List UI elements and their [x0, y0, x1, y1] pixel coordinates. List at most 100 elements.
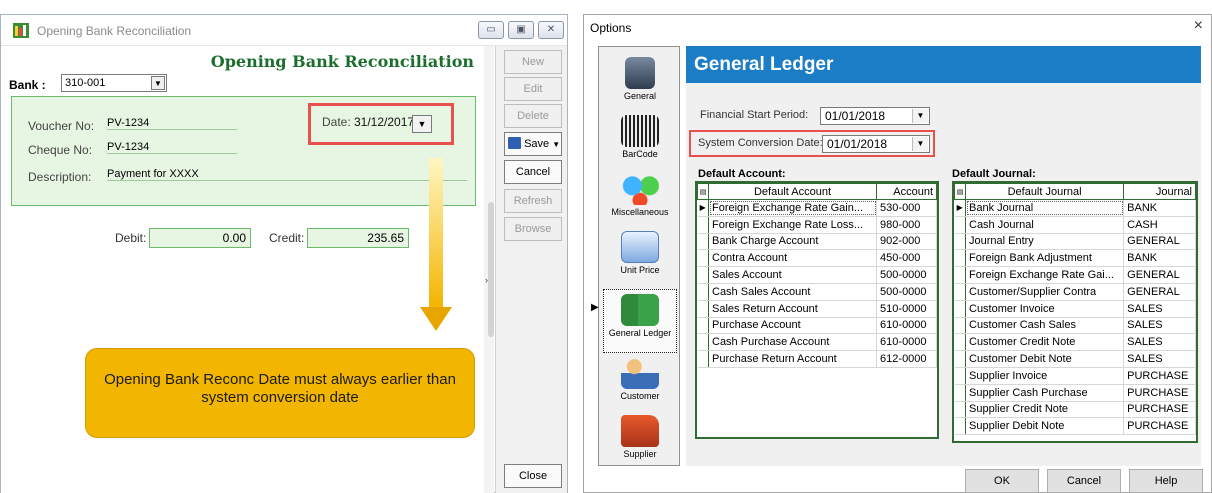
table-row[interactable]: Sales Account 500-0000	[697, 266, 937, 284]
row-indicator[interactable]	[697, 350, 709, 368]
row-name-cell[interactable]: Supplier Invoice	[965, 367, 1125, 385]
refresh-button[interactable]: Refresh	[504, 189, 562, 213]
row-code-cell[interactable]: 612-0000	[876, 350, 937, 368]
chevron-down-icon[interactable]: ▼	[151, 76, 165, 90]
row-indicator[interactable]	[697, 317, 709, 335]
row-name-cell[interactable]: Customer/Supplier Contra	[965, 283, 1125, 301]
delete-button[interactable]: Delete	[504, 104, 562, 128]
bank-select[interactable]: 310-001 ▼	[61, 74, 167, 92]
maximize-button[interactable]: ▣	[508, 21, 534, 39]
cheque-field[interactable]: PV-1234	[107, 141, 237, 154]
table-row[interactable]: Customer Cash Sales SALES	[954, 317, 1196, 335]
close-icon[interactable]: ×	[1194, 17, 1203, 35]
row-indicator[interactable]	[954, 266, 966, 284]
credit-field[interactable]: 235.65	[307, 228, 409, 248]
row-indicator[interactable]	[954, 216, 966, 234]
table-row[interactable]: Sales Return Account 510-0000	[697, 300, 937, 318]
chevron-down-icon[interactable]: ▼	[912, 109, 928, 123]
row-name-cell[interactable]: Foreign Bank Adjustment	[965, 249, 1125, 268]
row-name-cell[interactable]: Journal Entry	[965, 233, 1125, 251]
table-row[interactable]: ▶ Bank Journal BANK	[954, 199, 1196, 217]
table-row[interactable]: Cash Journal CASH	[954, 216, 1196, 234]
row-indicator[interactable]	[697, 283, 709, 301]
row-code-cell[interactable]: 450-000	[876, 249, 937, 268]
nav-item-unit-price[interactable]: Unit Price	[603, 227, 677, 291]
row-name-cell[interactable]: Cash Sales Account	[708, 283, 878, 301]
financial-start-select[interactable]: 01/01/2018 ▼	[820, 107, 930, 125]
table-row[interactable]: Customer/Supplier Contra GENERAL	[954, 283, 1196, 301]
row-name-cell[interactable]: Foreign Exchange Rate Gai...	[965, 266, 1125, 284]
chevron-right-icon[interactable]: ›	[485, 275, 488, 285]
row-name-cell[interactable]: Cash Purchase Account	[708, 333, 878, 352]
row-name-cell[interactable]: Customer Credit Note	[965, 333, 1125, 352]
column-header[interactable]: Default Journal	[964, 183, 1125, 200]
row-indicator[interactable]	[697, 333, 709, 352]
chevron-down-icon[interactable]: ▼	[552, 140, 560, 149]
table-row[interactable]: Supplier Credit Note PURCHASE	[954, 401, 1196, 419]
row-name-cell[interactable]: Cash Journal	[965, 216, 1125, 234]
row-indicator[interactable]	[697, 300, 709, 318]
row-code-cell[interactable]: 500-0000	[876, 283, 937, 301]
row-indicator[interactable]	[954, 249, 966, 268]
voucher-field[interactable]: PV-1234	[107, 117, 237, 130]
row-name-cell[interactable]: Customer Debit Note	[965, 350, 1125, 368]
row-code-cell[interactable]: 500-0000	[876, 266, 937, 284]
column-header[interactable]: Account	[876, 183, 937, 200]
nav-item-general[interactable]: General	[603, 53, 677, 117]
row-name-cell[interactable]: Contra Account	[708, 249, 878, 268]
row-name-cell[interactable]: Sales Account	[708, 266, 878, 284]
description-field[interactable]: Payment for XXXX	[107, 168, 467, 181]
nav-item-customer[interactable]: Customer	[603, 353, 677, 417]
table-row[interactable]: Supplier Cash Purchase PURCHASE	[954, 384, 1196, 402]
row-code-cell[interactable]: 530-000	[876, 199, 937, 217]
ok-button[interactable]: OK	[965, 469, 1039, 493]
row-name-cell[interactable]: Sales Return Account	[708, 300, 878, 318]
table-row[interactable]: Cash Sales Account 500-0000	[697, 283, 937, 301]
row-code-cell[interactable]: PURCHASE	[1123, 367, 1196, 385]
scrollbar-thumb[interactable]	[488, 202, 494, 337]
help-button[interactable]: Help	[1129, 469, 1203, 493]
table-row[interactable]: Foreign Exchange Rate Gai... GENERAL	[954, 266, 1196, 284]
nav-item-supplier[interactable]: Supplier	[603, 411, 677, 475]
new-button[interactable]: New	[504, 50, 562, 74]
table-row[interactable]: Contra Account 450-000	[697, 249, 937, 268]
table-row[interactable]: Foreign Exchange Rate Loss... 980-000	[697, 216, 937, 234]
row-name-cell[interactable]: Purchase Account	[708, 317, 878, 335]
table-row[interactable]: Customer Credit Note SALES	[954, 333, 1196, 352]
close-window-button[interactable]: ✕	[538, 21, 564, 39]
row-code-cell[interactable]: PURCHASE	[1123, 384, 1196, 402]
save-button[interactable]: Save ▼	[504, 132, 562, 156]
row-code-cell[interactable]: SALES	[1123, 333, 1196, 352]
row-code-cell[interactable]: GENERAL	[1123, 233, 1196, 251]
edit-button[interactable]: Edit	[504, 77, 562, 101]
table-row[interactable]: Foreign Bank Adjustment BANK	[954, 249, 1196, 268]
row-name-cell[interactable]: Purchase Return Account	[708, 350, 878, 368]
row-code-cell[interactable]: SALES	[1123, 317, 1196, 335]
row-code-cell[interactable]: 610-0000	[876, 333, 937, 352]
nav-item-general-ledger[interactable]: General Ledger	[603, 289, 677, 353]
column-header[interactable]: Journal	[1123, 183, 1196, 200]
row-name-cell[interactable]: Foreign Exchange Rate Loss...	[708, 216, 878, 234]
conversion-date-select[interactable]: 01/01/2018 ▼	[822, 135, 930, 153]
browse-button[interactable]: Browse	[504, 217, 562, 241]
row-code-cell[interactable]: 610-0000	[876, 317, 937, 335]
row-code-cell[interactable]: CASH	[1123, 216, 1196, 234]
row-indicator[interactable]	[954, 283, 966, 301]
row-name-cell[interactable]: Supplier Cash Purchase	[965, 384, 1125, 402]
row-indicator[interactable]	[954, 417, 966, 436]
row-name-cell[interactable]: Bank Charge Account	[708, 233, 878, 251]
row-indicator[interactable]	[697, 266, 709, 284]
table-row[interactable]: Purchase Account 610-0000	[697, 317, 937, 335]
table-row[interactable]: Purchase Return Account 612-0000	[697, 350, 937, 368]
row-code-cell[interactable]: 980-000	[876, 216, 937, 234]
debit-field[interactable]: 0.00	[149, 228, 251, 248]
nav-item-barcode[interactable]: BarCode	[603, 111, 677, 175]
cancel-button[interactable]: Cancel	[504, 160, 562, 184]
row-indicator[interactable]	[954, 300, 966, 318]
table-row[interactable]: Bank Charge Account 902-000	[697, 233, 937, 251]
row-code-cell[interactable]: PURCHASE	[1123, 417, 1196, 436]
table-row[interactable]: Supplier Invoice PURCHASE	[954, 367, 1196, 385]
nav-item-miscellaneous[interactable]: Miscellaneous	[603, 169, 677, 233]
row-indicator[interactable]	[954, 333, 966, 352]
row-name-cell[interactable]: Bank Journal	[965, 199, 1125, 217]
